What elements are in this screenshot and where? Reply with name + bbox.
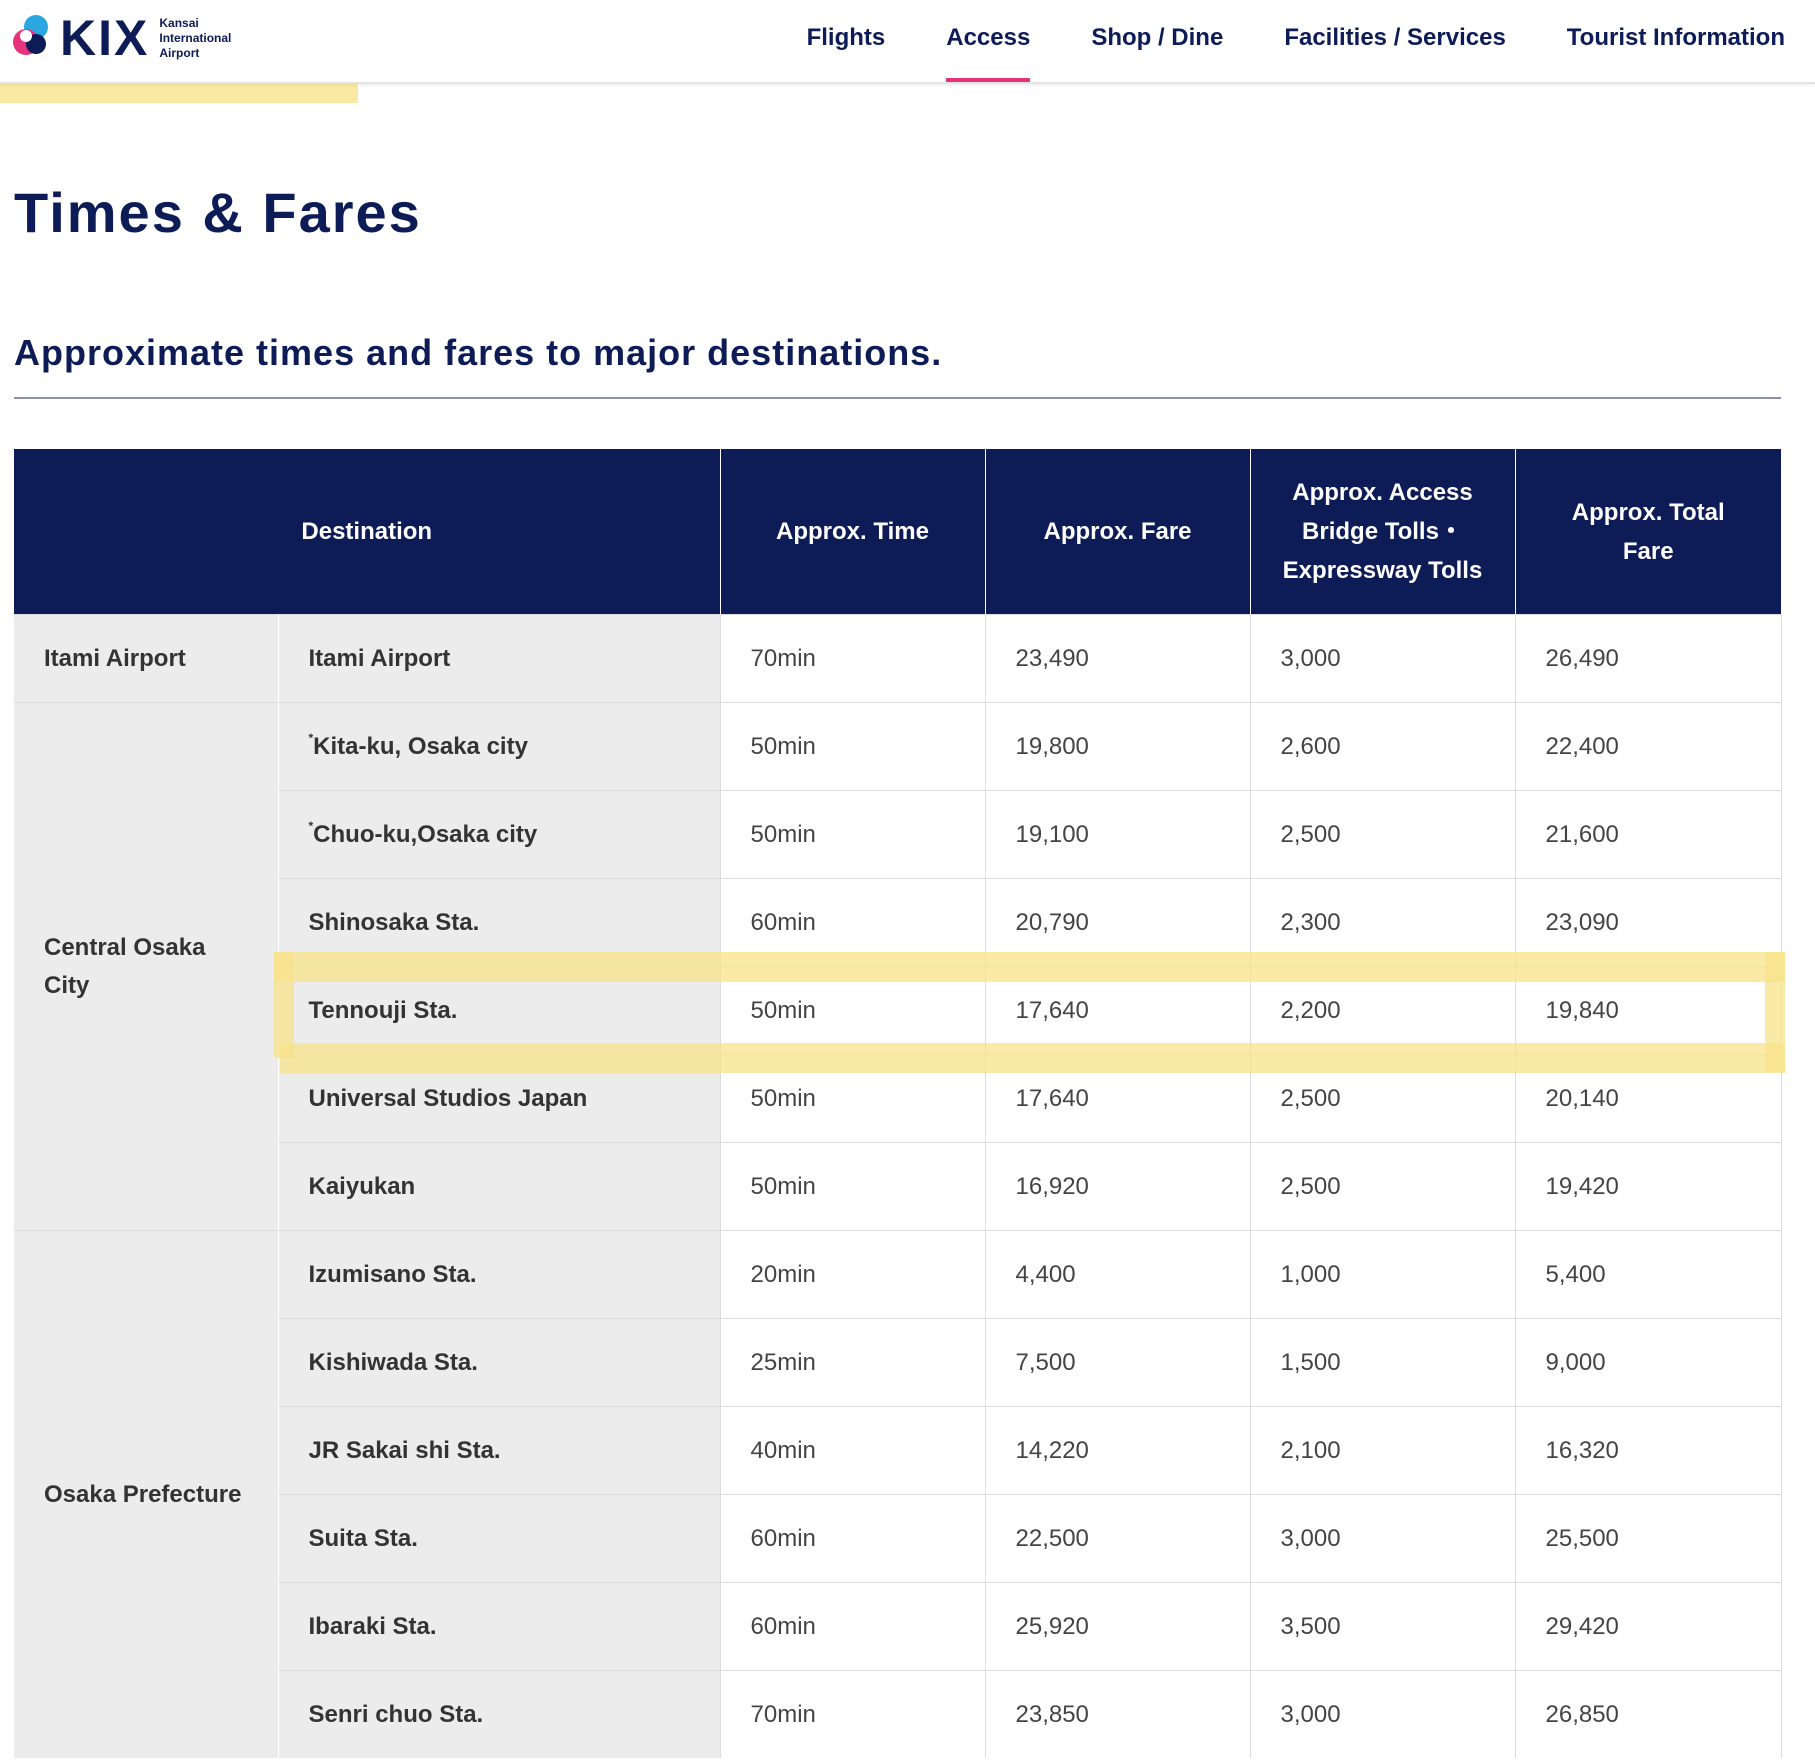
fare-cell: 14,220 <box>984 1406 1250 1495</box>
tolls-cell: 3,500 <box>1249 1582 1515 1671</box>
destination-cell: Senri chuo Sta. <box>278 1670 721 1758</box>
destination-cell: Itami Airport <box>278 614 721 703</box>
total-cell: 22,400 <box>1514 702 1782 791</box>
header-approx-tolls: Approx. Access Bridge Tolls・ Expressway … <box>1249 449 1515 615</box>
site-header: KIX Kansai International Airport Flights… <box>0 0 1815 84</box>
tolls-cell: 3,000 <box>1249 1494 1515 1583</box>
nav-tourist-information[interactable]: Tourist Information <box>1567 0 1785 82</box>
time-cell: 50min <box>719 1142 985 1231</box>
page-title: Times & Fares <box>14 181 422 244</box>
section-divider <box>14 397 1781 399</box>
tolls-cell: 3,000 <box>1249 614 1515 703</box>
fare-cell: 22,500 <box>984 1494 1250 1583</box>
time-cell: 60min <box>719 1494 985 1583</box>
main-nav: Flights Access Shop / Dine Facilities / … <box>746 0 1785 82</box>
tolls-cell: 2,100 <box>1249 1406 1515 1495</box>
header-approx-total-fare: Approx. Total Fare <box>1514 449 1781 615</box>
group-itami-airport: Itami Airport <box>14 614 279 703</box>
table-row: Ibaraki Sta. 60min 25,920 3,500 29,420 <box>14 1582 1782 1671</box>
logo-subtitle: Kansai International Airport <box>159 15 232 60</box>
fare-cell: 16,920 <box>984 1142 1250 1231</box>
group-osaka-prefecture: Osaka Prefecture <box>14 1230 279 1758</box>
kix-logo-mark-icon <box>13 15 48 55</box>
tolls-cell: 3,000 <box>1249 1670 1515 1758</box>
destination-cell: JR Sakai shi Sta. <box>278 1406 721 1495</box>
fare-cell: 23,490 <box>984 614 1250 703</box>
time-cell: 70min <box>719 614 985 703</box>
fare-cell: 19,800 <box>984 702 1250 791</box>
time-cell: 70min <box>719 1670 985 1758</box>
fare-cell: 19,100 <box>984 790 1250 879</box>
total-cell: 29,420 <box>1514 1582 1782 1671</box>
destination-cell: Suita Sta. <box>278 1494 721 1583</box>
total-cell: 5,400 <box>1514 1230 1782 1319</box>
time-cell: 50min <box>719 702 985 791</box>
table-row: Suita Sta. 60min 22,500 3,000 25,500 <box>14 1494 1782 1583</box>
nav-shop-dine[interactable]: Shop / Dine <box>1091 0 1223 82</box>
total-cell: 21,600 <box>1514 790 1782 879</box>
header-approx-time: Approx. Time <box>719 449 985 615</box>
fare-cell: 23,850 <box>984 1670 1250 1758</box>
time-cell: 20min <box>719 1230 985 1319</box>
table-row: JR Sakai shi Sta. 40min 14,220 2,100 16,… <box>14 1406 1782 1495</box>
destination-cell: Kishiwada Sta. <box>278 1318 721 1407</box>
tolls-cell: 2,500 <box>1249 1142 1515 1231</box>
table-row: *Chuo-ku,Osaka city 50min 19,100 2,500 2… <box>14 790 1782 879</box>
total-cell: 16,320 <box>1514 1406 1782 1495</box>
destination-cell: Ibaraki Sta. <box>278 1582 721 1671</box>
table-row: Kishiwada Sta. 25min 7,500 1,500 9,000 <box>14 1318 1782 1407</box>
destination-cell: *Kita-ku, Osaka city <box>278 702 721 791</box>
total-cell: 26,490 <box>1514 614 1782 703</box>
highlight-mark-left <box>274 952 294 1058</box>
kix-logo[interactable]: KIX Kansai International Airport <box>12 12 231 64</box>
time-cell: 25min <box>719 1318 985 1407</box>
time-cell: 40min <box>719 1406 985 1495</box>
header-destination: Destination <box>14 449 720 615</box>
section-subtitle: Approximate times and fares to major des… <box>14 332 943 373</box>
fare-cell: 25,920 <box>984 1582 1250 1671</box>
total-cell: 19,420 <box>1514 1142 1782 1231</box>
tolls-cell: 1,000 <box>1249 1230 1515 1319</box>
destination-cell: *Chuo-ku,Osaka city <box>278 790 721 879</box>
table-row: Itami Airport Itami Airport 70min 23,490… <box>14 614 1782 703</box>
asterisk-mark: * <box>308 730 314 745</box>
fare-cell: 7,500 <box>984 1318 1250 1407</box>
tolls-cell: 2,500 <box>1249 790 1515 879</box>
highlight-mark-bottom <box>280 1043 1785 1073</box>
highlight-mark-top <box>274 952 1785 982</box>
time-cell: 50min <box>719 790 985 879</box>
nav-facilities-services[interactable]: Facilities / Services <box>1284 0 1505 82</box>
logo-text: KIX <box>60 10 150 66</box>
total-cell: 9,000 <box>1514 1318 1782 1407</box>
nav-access[interactable]: Access <box>946 0 1031 82</box>
fare-cell: 4,400 <box>984 1230 1250 1319</box>
table-row: Kaiyukan 50min 16,920 2,500 19,420 <box>14 1142 1782 1231</box>
times-fares-table: Destination Approx. Time Approx. Fare Ap… <box>14 449 1782 1758</box>
time-cell: 60min <box>719 1582 985 1671</box>
table-row: Central Osaka City *Kita-ku, Osaka city … <box>14 702 1782 1231</box>
group-central-osaka-city: Central Osaka City <box>14 702 279 1231</box>
nav-flights[interactable]: Flights <box>807 0 886 82</box>
table-row: Senri chuo Sta. 70min 23,850 3,000 26,85… <box>14 1670 1782 1758</box>
total-cell: 26,850 <box>1514 1670 1782 1758</box>
destination-cell: Kaiyukan <box>278 1142 721 1231</box>
tolls-cell: 2,600 <box>1249 702 1515 791</box>
total-cell: 25,500 <box>1514 1494 1782 1583</box>
asterisk-mark: * <box>308 818 314 833</box>
tolls-cell: 1,500 <box>1249 1318 1515 1407</box>
header-approx-fare: Approx. Fare <box>984 449 1250 615</box>
table-row: Osaka Prefecture Izumisano Sta. 20min 4,… <box>14 1230 1782 1758</box>
highlight-mark-right <box>1765 952 1785 1072</box>
destination-cell: Izumisano Sta. <box>278 1230 721 1319</box>
table-header-row: Destination Approx. Time Approx. Fare Ap… <box>14 449 1781 615</box>
